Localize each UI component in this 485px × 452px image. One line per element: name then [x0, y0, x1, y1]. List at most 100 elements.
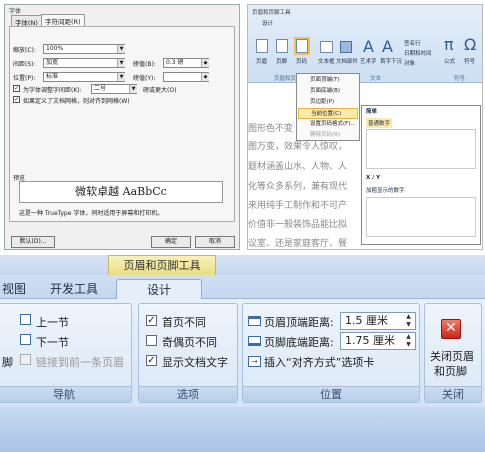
wordart-button[interactable]: 艺术字	[360, 57, 377, 65]
title-band	[0, 255, 485, 275]
page-number-icon[interactable]	[294, 37, 310, 55]
group-label-navigation: 导航	[0, 386, 131, 402]
font-dialog: 字体 字体(N) 字符间距(R) 缩放(C): 100% ▼ 间距(S): 加宽…	[4, 4, 240, 250]
textbox-button[interactable]: 文本框	[318, 57, 335, 65]
different-odd-even-checkbox[interactable]	[146, 335, 157, 346]
cancel-button[interactable]: 取消	[195, 236, 235, 248]
nav-side-label: 脚	[2, 356, 13, 369]
drop-cap-button[interactable]: 首字下沉	[380, 57, 402, 65]
different-odd-even-label: 奇偶页不同	[162, 336, 217, 349]
doc-line: 议室、还是家庭客厅、餐	[248, 239, 348, 249]
textbox-icon[interactable]	[320, 41, 333, 53]
tab-view[interactable]: 视图	[2, 280, 26, 297]
symbol-button[interactable]: 符号	[464, 57, 475, 65]
submenu-item-plain-number[interactable]: 普通数字	[366, 118, 393, 128]
close-icon[interactable]: ✕	[441, 319, 461, 339]
tab-developer[interactable]: 开发工具	[50, 280, 98, 297]
mini-ribbon-panel: 页眉和页脚工具 设计 页眉 页脚 页码 文本框 文档部件 A 艺术字 A 首字下…	[247, 4, 483, 250]
scale-label: 缩放(C):	[13, 47, 36, 54]
quick-parts-icon[interactable]	[340, 41, 352, 53]
doc-line: 来用纯手工制作和不可产	[248, 201, 348, 211]
equation-icon[interactable]: π	[444, 35, 454, 54]
object-item[interactable]: 对象	[404, 59, 415, 67]
equation-button[interactable]: 公式	[444, 57, 455, 65]
tab-font[interactable]: 字体(N)	[11, 15, 42, 27]
group-symbol: 符号	[454, 76, 466, 82]
date-time-item[interactable]: 日期和时间	[404, 49, 432, 57]
footer-icon[interactable]	[276, 39, 288, 53]
menu-item-margins[interactable]: 页边距(P)	[298, 97, 358, 108]
dialog-title: 字体	[9, 8, 22, 15]
menu-item-current-position[interactable]: 当前位置(C)	[298, 108, 358, 119]
next-section-button[interactable]: 下一节	[36, 334, 69, 350]
bold-number-preview[interactable]	[366, 197, 476, 237]
chevron-down-icon[interactable]: ▼	[117, 73, 125, 81]
next-section-icon[interactable]	[20, 334, 31, 345]
close-header-footer-label-1[interactable]: 关闭页眉	[430, 348, 474, 364]
preview-box: 微软卓越 AaBbCc	[19, 181, 223, 203]
ruler-strip	[0, 407, 485, 452]
grid-checkbox[interactable]: ✓	[13, 96, 20, 103]
chevron-down-icon[interactable]: ▼	[129, 85, 137, 93]
show-document-text-label: 显示文档文字	[162, 356, 228, 369]
wordart-icon[interactable]: A	[363, 37, 374, 56]
font-description: 这是一种 TrueType 字体，同时适用于屏幕和打印机。	[19, 210, 164, 217]
drop-cap-icon[interactable]: A	[382, 37, 393, 56]
group-label-close: 关闭	[425, 386, 481, 402]
header-button[interactable]: 页眉	[256, 57, 267, 65]
grid-label: 如果定义了文档网格，则对齐到网格(W)	[23, 98, 130, 105]
omega-icon[interactable]: Ω	[464, 35, 476, 54]
submenu-section-simple: 简单	[366, 109, 378, 115]
spin-icon[interactable]: ◆	[201, 59, 209, 67]
kerning-suffix: 磅或更大(O)	[143, 87, 177, 94]
spacing-select[interactable]: 加宽	[43, 58, 125, 68]
link-previous-icon	[20, 354, 31, 365]
previous-section-button[interactable]: 上一节	[36, 314, 69, 330]
menu-item-format-page-numbers[interactable]: 设置页码格式(F)...	[298, 119, 358, 130]
spin-up-down-icon[interactable]: ▲ ▼	[403, 313, 414, 329]
menu-item-bottom-of-page[interactable]: 页面底端(B)	[298, 86, 358, 97]
doc-line: 图形色不变	[248, 124, 294, 134]
submenu-section-xy: X / Y	[366, 175, 381, 181]
page-number-button[interactable]: 页码	[296, 57, 307, 65]
spin-up-down-icon[interactable]: ▲ ▼	[403, 333, 414, 349]
doc-line: 价值非一般装饰品能比拟	[248, 220, 348, 230]
signature-line-item[interactable]: 签名行	[404, 39, 421, 47]
group-label-options: 选项	[139, 386, 237, 402]
ok-button[interactable]: 确定	[151, 236, 191, 248]
header-top-icon	[248, 316, 261, 326]
close-header-footer-label-2[interactable]: 和页脚	[434, 363, 467, 379]
context-tab-title: 页眉和页脚工具	[108, 255, 216, 275]
spin-icon[interactable]: ◆	[201, 73, 209, 81]
insert-alignment-tab-icon: →	[248, 356, 261, 367]
footer-distance-label: 页脚底端距离:	[264, 336, 334, 349]
tab-character-spacing[interactable]: 字符间距(R)	[41, 14, 85, 26]
menu-item-remove-page-numbers[interactable]: 删除页码(R)	[298, 130, 358, 141]
different-first-page-label: 首页不同	[162, 316, 206, 329]
tab-design[interactable]: 设计	[262, 19, 273, 27]
chevron-down-icon[interactable]: ▼	[117, 59, 125, 67]
different-first-page-checkbox[interactable]: ✓	[146, 315, 157, 326]
previous-section-icon[interactable]	[20, 314, 31, 325]
plain-number-preview[interactable]	[366, 129, 476, 169]
insert-alignment-tab-button[interactable]: 插入“对齐方式”选项卡	[264, 354, 374, 370]
chevron-down-icon[interactable]: ▼	[117, 45, 125, 53]
position-label: 位置(P):	[13, 75, 36, 82]
doc-line: 化等众多系列，兼有现代	[248, 182, 348, 192]
kerning-checkbox[interactable]: ✓	[13, 85, 20, 92]
header-icon[interactable]	[256, 39, 268, 53]
spacing-label: 间距(S):	[13, 61, 36, 68]
header-distance-label: 页眉顶端距离:	[264, 316, 334, 329]
submenu-item-bold-number[interactable]: 加粗显示的数字	[366, 186, 405, 194]
default-button[interactable]: 默认(D)...	[11, 236, 55, 248]
menu-item-top-of-page[interactable]: 页面顶端(T)	[298, 75, 358, 86]
position-select[interactable]: 标准	[43, 72, 125, 82]
scale-select[interactable]: 100%	[43, 44, 125, 54]
position-points-label: 磅值(Y):	[133, 75, 156, 82]
tab-design[interactable]: 设计	[116, 279, 202, 300]
show-document-text-checkbox[interactable]: ✓	[146, 355, 157, 366]
kerning-label: 为字体调整字间距(K):	[23, 87, 82, 94]
quick-parts-button[interactable]: 文档部件	[336, 57, 358, 65]
link-to-previous-button[interactable]: 链接到前一条页眉	[36, 354, 124, 370]
footer-button[interactable]: 页脚	[276, 57, 287, 65]
